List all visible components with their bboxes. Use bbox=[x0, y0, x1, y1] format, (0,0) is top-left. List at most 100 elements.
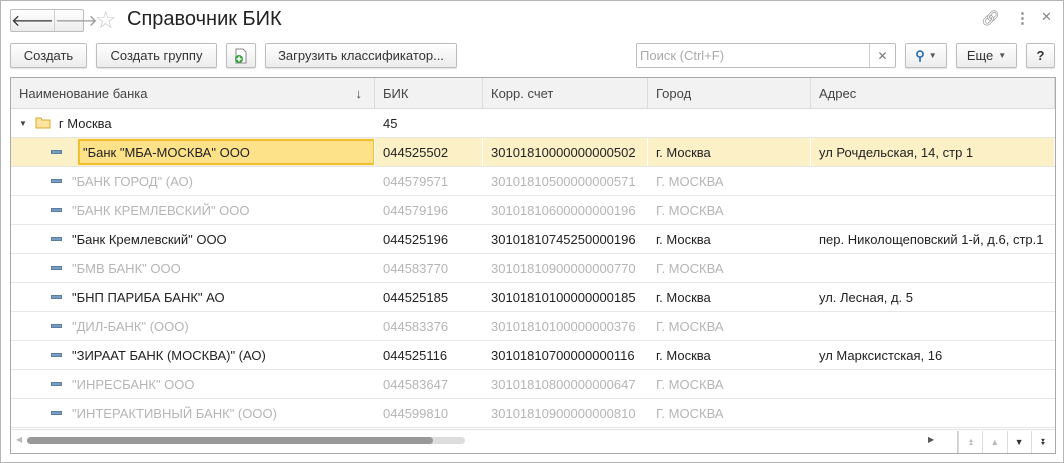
corr-account-cell: 30101810900000000810 bbox=[491, 405, 636, 421]
group-row[interactable]: ▼ г Москва 45 bbox=[11, 109, 1055, 138]
bank-name: "БМВ БАНК" ООО bbox=[72, 260, 181, 276]
bik-cell: 044599810 bbox=[383, 405, 449, 421]
city-cell: г. Москва bbox=[656, 231, 711, 247]
table-row[interactable]: "ДИЛ-БАНК" (ООО) 044583376 3010181010000… bbox=[11, 312, 1055, 341]
bik-cell: 044525185 bbox=[383, 289, 449, 305]
list-navigation: ⏫︎ ▲ ▼ ⏬︎ bbox=[957, 431, 1055, 453]
scroll-right-icon[interactable]: ▶ bbox=[928, 435, 934, 444]
expand-triangle-icon[interactable]: ▼ bbox=[19, 119, 27, 128]
corr-account-cell: 30101810100000000185 bbox=[491, 289, 636, 305]
folder-icon bbox=[35, 117, 51, 129]
help-button[interactable]: ? bbox=[1026, 43, 1055, 68]
clear-search-icon[interactable]: ✕ bbox=[869, 44, 895, 67]
city-cell: Г. МОСКВА bbox=[656, 318, 724, 334]
corr-account-cell: 30101810900000000770 bbox=[491, 260, 636, 276]
last-row-icon[interactable]: ⏬︎ bbox=[1030, 431, 1055, 453]
prev-row-icon[interactable]: ▲ bbox=[982, 431, 1006, 453]
bik-cell: 044583376 bbox=[383, 318, 449, 334]
column-header-name[interactable]: Наименование банка ↓ bbox=[11, 78, 375, 108]
corr-account-cell: 30101810100000000376 bbox=[491, 318, 636, 334]
address-cell: пер. Николощеповский 1-й, д.6, стр.1 bbox=[819, 231, 1044, 247]
address-cell bbox=[811, 370, 1055, 398]
bank-name: "ЗИРААТ БАНК (МОСКВА)" (АО) bbox=[72, 347, 266, 363]
back-arrow-icon[interactable]: 🡐 bbox=[11, 10, 54, 31]
bik-cell: 044525196 bbox=[383, 231, 449, 247]
table-row[interactable]: "ЗИРААТ БАНК (МОСКВА)" (АО) 044525116 30… bbox=[11, 341, 1055, 370]
bik-cell: 044525502 bbox=[375, 138, 483, 166]
bank-name: "БАНК КРЕМЛЕВСКИЙ" ООО bbox=[72, 202, 250, 218]
address-cell: ул Марксистская, 16 bbox=[819, 347, 943, 363]
page-title: Справочник БИК bbox=[127, 8, 282, 30]
magnifier-icon: ⚲ bbox=[915, 47, 925, 63]
scroll-track[interactable] bbox=[27, 437, 465, 444]
item-icon bbox=[51, 324, 62, 328]
create-button[interactable]: Создать bbox=[10, 43, 87, 68]
table-row[interactable]: "Банк Кремлевский" ООО 044525196 3010181… bbox=[11, 225, 1055, 254]
city-cell: Г. МОСКВА bbox=[656, 202, 724, 218]
item-icon bbox=[51, 179, 62, 183]
bik-cell: 044525116 bbox=[383, 347, 448, 363]
search-options-button[interactable]: ⚲ ▼ bbox=[905, 43, 947, 68]
horizontal-scrollbar[interactable]: ◀ ▶ ⏫︎ ▲ ▼ ⏬︎ bbox=[11, 429, 1055, 453]
city-cell: Г. МОСКВА bbox=[656, 376, 724, 392]
group-name: г Москва bbox=[58, 115, 112, 131]
bank-name: "ИНРЕСБАНК" ООО bbox=[72, 376, 195, 392]
bank-name: "ИНТЕРАКТИВНЫЙ БАНК" (ООО) bbox=[72, 405, 277, 421]
bank-name: "ДИЛ-БАНК" (ООО) bbox=[72, 318, 189, 334]
create-group-button[interactable]: Создать группу bbox=[96, 43, 217, 68]
item-icon bbox=[51, 411, 62, 415]
corr-account-cell: 30101810500000000571 bbox=[491, 173, 636, 189]
table-row[interactable]: "ИНТЕРАКТИВНЫЙ БАНК" (ООО) 044599810 301… bbox=[11, 399, 1055, 428]
bank-name[interactable]: "Банк "МБА-МОСКВА" ООО bbox=[78, 139, 374, 165]
add-document-icon bbox=[235, 48, 247, 63]
address-cell: ул Рочдельская, 14, стр 1 bbox=[811, 138, 1055, 166]
bank-name: "Банк Кремлевский" ООО bbox=[72, 231, 227, 247]
address-cell bbox=[811, 254, 1055, 282]
item-icon bbox=[51, 353, 62, 357]
dropdown-icon: ▼ bbox=[998, 51, 1007, 60]
next-row-icon[interactable]: ▼ bbox=[1006, 431, 1031, 453]
corr-account-cell: 30101810800000000647 bbox=[491, 376, 636, 392]
navigation-buttons: 🡐 🡒 bbox=[10, 9, 98, 32]
banks-table: Наименование банка ↓ БИК Корр. счет Город… bbox=[10, 77, 1056, 454]
favorite-star-icon[interactable]: ☆ bbox=[95, 6, 117, 35]
search-field: ✕ bbox=[636, 43, 896, 68]
table-row[interactable]: "ИНРЕСБАНК" ООО 044583647 30101810800000… bbox=[11, 370, 1055, 399]
column-header-city[interactable]: Город bbox=[648, 78, 811, 108]
copy-add-button[interactable] bbox=[226, 43, 256, 68]
corr-account-cell: 30101810000000000502 bbox=[483, 138, 648, 166]
column-header-address[interactable]: Адрес bbox=[811, 78, 1055, 108]
table-row[interactable]: "БАНК ГОРОД" (АО) 044579571 301018105000… bbox=[11, 167, 1055, 196]
load-classifier-button[interactable]: Загрузить классификатор... bbox=[265, 43, 457, 68]
more-button[interactable]: Еще ▼ bbox=[956, 43, 1017, 68]
bik-cell: 044583647 bbox=[383, 376, 449, 392]
item-icon bbox=[51, 382, 62, 386]
forward-arrow-icon[interactable]: 🡒 bbox=[53, 10, 98, 31]
table-row[interactable]: "Банк "МБА-МОСКВА" ООО 044525502 3010181… bbox=[11, 138, 1055, 167]
first-row-icon[interactable]: ⏫︎ bbox=[958, 431, 982, 453]
table-row[interactable]: "БМВ БАНК" ООО 044583770 301018109000000… bbox=[11, 254, 1055, 283]
search-input[interactable] bbox=[637, 44, 869, 67]
corr-account-cell: 30101810745250000196 bbox=[491, 231, 636, 247]
scroll-thumb[interactable] bbox=[27, 437, 433, 444]
item-icon bbox=[51, 150, 62, 154]
link-icon[interactable]: 🔗︎ bbox=[981, 9, 1000, 27]
table-row[interactable]: "БНП ПАРИБА БАНК" АО 044525185 301018101… bbox=[11, 283, 1055, 312]
more-vertical-icon[interactable]: ⋮ bbox=[1015, 9, 1030, 27]
item-icon bbox=[51, 208, 62, 212]
city-cell: г. Москва bbox=[656, 289, 711, 305]
scroll-left-icon[interactable]: ◀ bbox=[16, 435, 22, 444]
city-cell: Г. МОСКВА bbox=[656, 173, 724, 189]
city-cell: г. Москва bbox=[648, 138, 811, 166]
item-icon bbox=[51, 295, 62, 299]
bik-cell: 044579571 bbox=[383, 173, 449, 189]
table-header: Наименование банка ↓ БИК Корр. счет Город… bbox=[11, 78, 1055, 109]
item-icon bbox=[51, 266, 62, 270]
window: 🡐 🡒 ☆ Справочник БИК 🔗︎ ⋮ ✕ Создать Созд… bbox=[0, 0, 1064, 463]
corr-account-cell: 30101810700000000116 bbox=[491, 347, 635, 363]
column-header-bik[interactable]: БИК bbox=[375, 78, 483, 108]
column-header-corr[interactable]: Корр. счет bbox=[483, 78, 648, 108]
bik-cell: 044579196 bbox=[383, 202, 449, 218]
table-row[interactable]: "БАНК КРЕМЛЕВСКИЙ" ООО 044579196 3010181… bbox=[11, 196, 1055, 225]
close-icon[interactable]: ✕ bbox=[1041, 9, 1052, 25]
